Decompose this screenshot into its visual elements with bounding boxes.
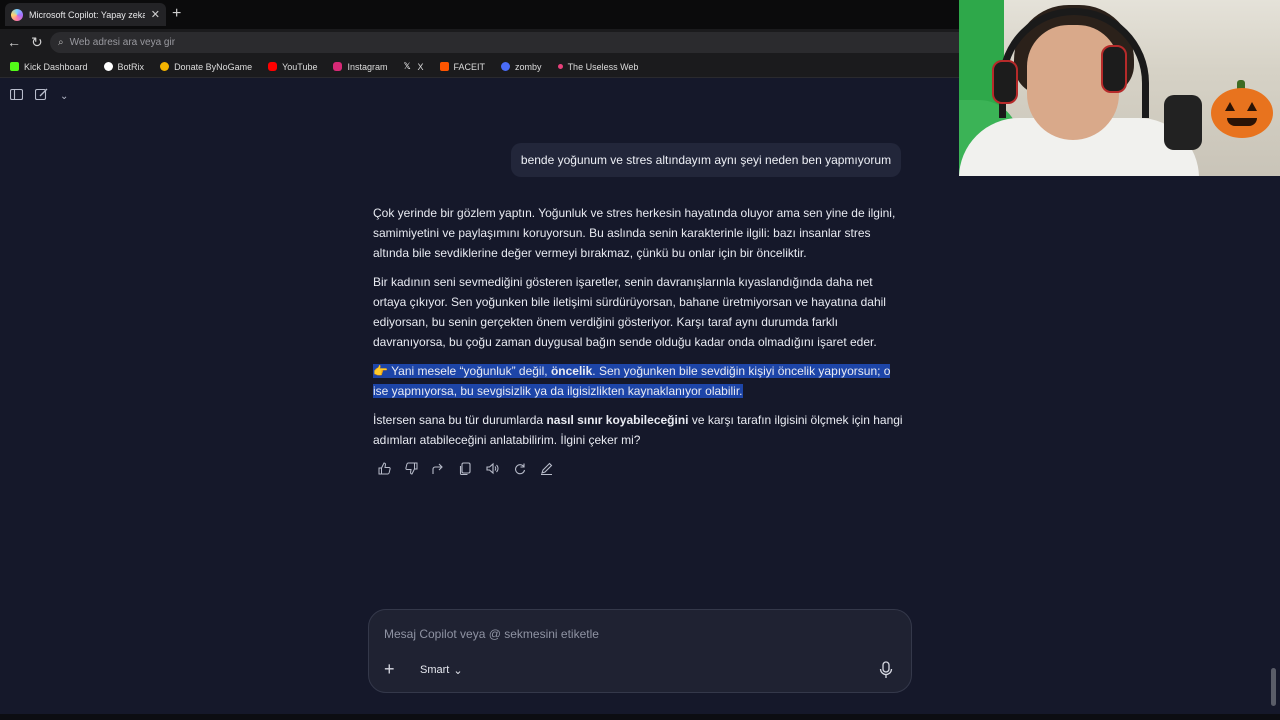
bookmark-faceit[interactable]: FACEIT xyxy=(439,62,485,72)
new-tab-button[interactable]: + xyxy=(172,5,181,23)
read-aloud-icon[interactable] xyxy=(486,462,499,475)
x-icon: 𝕏 xyxy=(403,61,411,71)
tab-copilot[interactable]: Microsoft Copilot: Yapay zeka eşlik ✕ xyxy=(5,3,166,26)
kick-icon xyxy=(10,62,19,71)
microphone-icon[interactable] xyxy=(879,660,893,680)
reply-actions xyxy=(378,462,553,475)
bynogame-icon xyxy=(160,62,170,71)
bookmark-donate-bynogame[interactable]: Donate ByNoGame xyxy=(160,62,252,72)
address-bar-placeholder: Web adresi ara veya gir xyxy=(69,37,176,48)
reply-paragraph-1: Çok yerinde bir gözlem yaptın. Yoğunluk … xyxy=(373,206,896,260)
mode-selector[interactable]: Smart ⌄ xyxy=(412,659,471,681)
mode-label: Smart xyxy=(420,664,450,676)
address-bar[interactable]: ⌕ Web adresi ara veya gir xyxy=(50,32,970,53)
bottom-strip xyxy=(0,714,1280,720)
message-input[interactable]: Mesaj Copilot veya @ sekmesini etiketle xyxy=(384,627,599,641)
tab-title: Microsoft Copilot: Yapay zeka eşlik xyxy=(29,9,145,20)
chevron-down-icon: ⌄ xyxy=(453,664,463,677)
assistant-reply: Çok yerinde bir gözlem yaptın. Yoğunluk … xyxy=(373,203,903,459)
tab-close-icon[interactable]: ✕ xyxy=(151,8,160,21)
reload-button[interactable]: ↻ xyxy=(31,34,43,50)
youtube-icon xyxy=(268,62,278,71)
reply-paragraph-2: Bir kadının seni sevmediğini gösteren iş… xyxy=(373,275,886,349)
thumbs-down-icon[interactable] xyxy=(405,462,418,475)
bookmark-youtube[interactable]: YouTube xyxy=(268,62,317,72)
edit-icon[interactable] xyxy=(540,462,553,475)
user-message-text: bende yoğunum ve stres altındayım aynı ş… xyxy=(520,153,892,167)
faceit-icon xyxy=(439,62,449,71)
instagram-icon xyxy=(333,62,343,71)
copilot-favicon-icon xyxy=(11,8,23,21)
botrix-icon xyxy=(103,62,113,71)
reply-paragraph-3: 👉 Yani mesele “yoğunluk” değil, öncelik.… xyxy=(373,364,891,398)
bookmark-the-useless-web[interactable]: The Useless Web xyxy=(557,62,638,72)
add-attachment-button[interactable]: + xyxy=(384,660,395,678)
pointing-hand-icon: 👉 xyxy=(373,364,388,378)
useless-web-icon xyxy=(557,64,563,69)
reply-paragraph-4: İstersen sana bu tür durumlarda nasıl sı… xyxy=(373,413,903,447)
copy-icon[interactable] xyxy=(459,462,472,475)
search-icon: ⌕ xyxy=(58,37,64,48)
steam-icon xyxy=(501,62,511,71)
bookmark-botrix[interactable]: BotRix xyxy=(103,62,144,72)
bookmark-x[interactable]: 𝕏X xyxy=(404,62,424,72)
back-button[interactable]: ← xyxy=(7,34,21,50)
share-icon[interactable] xyxy=(432,462,445,475)
bookmark-zomby[interactable]: zomby xyxy=(501,62,542,72)
regenerate-icon[interactable] xyxy=(513,462,526,475)
thumbs-up-icon[interactable] xyxy=(378,462,391,475)
message-composer[interactable]: Mesaj Copilot veya @ sekmesini etiketle … xyxy=(368,609,912,693)
chat-area: bende yoğunum ve stres altındayım aynı ş… xyxy=(0,78,1280,720)
bookmark-kick-dashboard[interactable]: Kick Dashboard xyxy=(10,62,88,72)
scrollbar-thumb[interactable] xyxy=(1271,668,1276,706)
bookmark-instagram[interactable]: Instagram xyxy=(333,62,388,72)
user-message-bubble: bende yoğunum ve stres altındayım aynı ş… xyxy=(511,143,901,177)
